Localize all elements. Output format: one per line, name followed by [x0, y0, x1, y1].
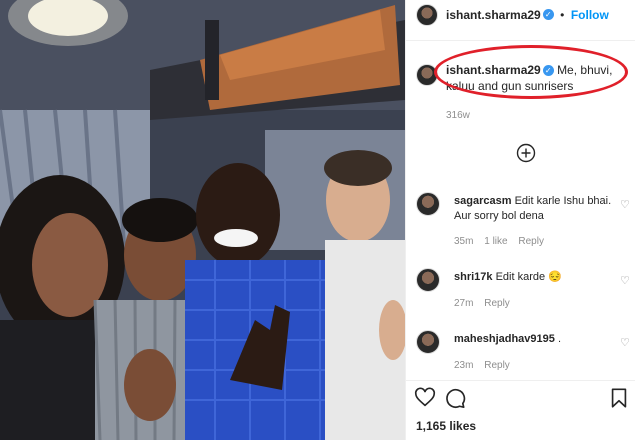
caption-timestamp[interactable]: 316w: [446, 110, 470, 121]
comment-timestamp[interactable]: 35m: [454, 236, 473, 247]
commenter-avatar[interactable]: [416, 330, 440, 354]
comment-like-count[interactable]: 1 like: [484, 236, 507, 247]
heart-icon[interactable]: [414, 387, 436, 409]
reply-button[interactable]: Reply: [484, 360, 510, 371]
like-count[interactable]: 1,165 likes: [416, 419, 476, 433]
verified-badge-icon: ✓: [542, 9, 554, 21]
comment-username[interactable]: shri17k: [454, 271, 493, 283]
post-header: ishant.sharma29 ✓ • Follow: [406, 0, 635, 41]
comment-timestamp[interactable]: 27m: [454, 298, 473, 309]
photo-illustration: [0, 0, 405, 440]
plus-circle-icon[interactable]: [516, 143, 536, 163]
follow-button[interactable]: Follow: [571, 8, 609, 22]
reply-button[interactable]: Reply: [518, 236, 544, 247]
bookmark-icon[interactable]: [608, 387, 630, 409]
comment-text: Edit karde 😔: [495, 271, 562, 283]
follow-separator: •: [560, 8, 565, 22]
commenter-avatar[interactable]: [416, 192, 440, 216]
commenter-avatar[interactable]: [416, 268, 440, 292]
heart-icon[interactable]: ♡: [620, 200, 630, 211]
heart-icon[interactable]: ♡: [620, 276, 630, 287]
author-username[interactable]: ishant.sharma29: [446, 8, 541, 22]
post-photo[interactable]: [0, 0, 405, 440]
comment-icon[interactable]: [444, 387, 466, 409]
comment-text: .: [557, 333, 562, 345]
post-actions: 1,165 likes: [406, 380, 635, 441]
heart-icon[interactable]: ♡: [620, 338, 630, 349]
comment-username[interactable]: maheshjadhav9195: [454, 333, 555, 345]
comment-timestamp[interactable]: 23m: [454, 360, 473, 371]
annotation-ellipse: [434, 45, 628, 99]
comment-username[interactable]: sagarcasm: [454, 195, 512, 207]
post-sidebar: ishant.sharma29 ✓ • Follow ishant.sharma2…: [405, 0, 635, 440]
author-avatar[interactable]: [416, 4, 438, 26]
reply-button[interactable]: Reply: [484, 298, 510, 309]
